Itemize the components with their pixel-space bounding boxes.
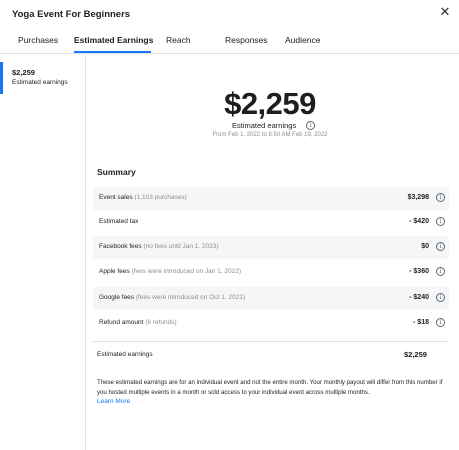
row-amount: - $420	[409, 218, 429, 225]
row-amount: - $360	[409, 268, 429, 275]
row-label: Estimated tax	[99, 218, 139, 225]
row-note: (fees were introduced on Oct 1, 2021)	[135, 294, 245, 301]
earnings-total: $2,259	[224, 86, 316, 121]
tab-bar: Purchases Estimated Earnings Reach Respo…	[0, 30, 459, 54]
sidebar: $2,259 Estimated earnings	[0, 55, 86, 450]
summary-divider	[93, 341, 449, 342]
date-range: From Feb 1, 2022 to 8:50 AM Feb 19, 2022	[212, 132, 328, 138]
active-tab-indicator	[74, 51, 151, 53]
sidebar-item-estimated-earnings[interactable]: $2,259 Estimated earnings	[0, 62, 85, 94]
row-amount: - $18	[413, 319, 429, 326]
tab-audience[interactable]: Audience	[285, 35, 320, 45]
row-label: Google fees (fees were introduced on Oct…	[99, 294, 245, 301]
tab-purchases[interactable]: Purchases	[18, 35, 58, 45]
row-note: (6 refunds)	[145, 319, 177, 326]
row-label: Event sales (1,103 purchases)	[99, 194, 187, 201]
sidebar-item-value: $2,259	[12, 68, 35, 77]
learn-more-link[interactable]: Learn More	[97, 398, 130, 405]
close-icon[interactable]: ✕	[437, 4, 453, 20]
row-label: Facebook fees (no fees until Jan 1, 2023…	[99, 243, 219, 250]
row-note: (1,103 purchases)	[134, 194, 187, 201]
summary-row-google-fees: Google fees (fees were introduced on Oct…	[93, 287, 449, 310]
summary-row-facebook-fees: Facebook fees (no fees until Jan 1, 2023…	[93, 236, 449, 259]
summary-row-event-sales: Event sales (1,103 purchases) $3,298 i	[93, 187, 449, 210]
total-earnings-label: Estimated earnings	[97, 351, 153, 358]
row-note: (no fees until Jan 1, 2023)	[143, 243, 219, 250]
summary-row-apple-fees: Apple fees (fees were introduced on Jan …	[93, 261, 449, 284]
tab-reach[interactable]: Reach	[166, 35, 191, 45]
row-amount: $3,298	[407, 194, 429, 201]
tab-responses[interactable]: Responses	[225, 35, 268, 45]
summary-row-refund-amount: Refund amount (6 refunds) - $18 i	[93, 312, 449, 335]
summary-heading: Summary	[97, 167, 136, 177]
info-icon[interactable]: i	[436, 293, 445, 302]
info-icon[interactable]: i	[436, 267, 445, 276]
sidebar-item-label: Estimated earnings	[12, 79, 68, 86]
row-label: Apple fees (fees were introduced on Jan …	[99, 268, 242, 275]
row-label: Refund amount (6 refunds)	[99, 319, 177, 326]
info-icon[interactable]: i	[436, 242, 445, 251]
info-icon[interactable]: i	[436, 193, 445, 202]
info-icon[interactable]: i	[436, 217, 445, 226]
disclaimer-text: These estimated earnings are for an indi…	[97, 379, 443, 396]
row-amount: - $240	[409, 294, 429, 301]
row-amount: $0	[421, 243, 429, 250]
dialog-title: Yoga Event For Beginners	[12, 9, 131, 20]
info-icon[interactable]: i	[436, 318, 445, 327]
total-earnings-amount: $2,259	[404, 350, 427, 359]
tab-estimated-earnings[interactable]: Estimated Earnings	[74, 35, 153, 45]
summary-row-estimated-tax: Estimated tax - $420 i	[93, 211, 449, 234]
dialog-header: Yoga Event For Beginners ✕	[0, 0, 459, 30]
row-note: (fees were introduced on Jan 1, 2022)	[131, 268, 242, 275]
info-icon[interactable]: i	[306, 121, 315, 130]
earnings-label: Estimated earnings	[232, 121, 297, 130]
